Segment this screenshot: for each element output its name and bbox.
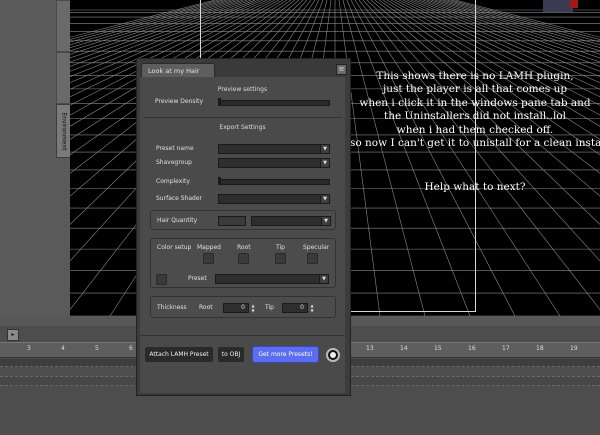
hair-quantity-dropdown[interactable]: ▼	[251, 216, 331, 226]
thickness-root-label: Root	[199, 304, 213, 311]
panel-body: Preview settings Preview Density Export …	[140, 77, 345, 393]
preview-density-label: Preview Density	[155, 98, 204, 105]
tick-label: 14	[400, 345, 408, 352]
preset-name-dropdown[interactable]: ▼	[218, 144, 330, 154]
hair-quantity-input[interactable]	[218, 216, 246, 226]
specular-label: Specular	[303, 244, 330, 251]
root-spin-arrows-icon[interactable]: ▲ ▼	[250, 303, 256, 313]
thickness-tip-label: Tip	[265, 304, 274, 311]
overlay-line: the Uninstallers did not install..lol	[383, 110, 566, 123]
tip-spin-arrows-icon[interactable]: ▲ ▼	[309, 303, 315, 313]
panel-tab[interactable]: Look at my Hair	[141, 63, 215, 77]
overlay-help-text: Help what to next?	[424, 181, 526, 193]
chevron-down-icon[interactable]: ▼	[320, 145, 329, 153]
preset-name-label: Preset name	[156, 145, 194, 152]
color-setup-label: Color setup	[157, 244, 192, 251]
tick-label: 6	[129, 345, 133, 352]
divider	[143, 117, 342, 118]
mapped-swatch[interactable]	[203, 253, 214, 264]
overlay-line: when i had them checked off.	[396, 123, 554, 136]
panel-menu-icon[interactable]: ≡	[336, 64, 347, 75]
preview-settings-title: Preview settings	[217, 86, 268, 93]
root-color-label: Root	[237, 244, 251, 251]
chevron-down-icon[interactable]: ▼	[320, 159, 329, 167]
specular-swatch[interactable]	[307, 253, 318, 264]
tick-label: 3	[27, 345, 31, 352]
thickness-root-input[interactable]: 0	[223, 303, 249, 313]
overlay-line: just the player is all that comes up	[382, 83, 568, 96]
help-icon[interactable]	[326, 348, 340, 362]
surface-shader-dropdown[interactable]: ▼	[218, 194, 330, 204]
hair-quantity-label: Hair Quantity	[157, 217, 198, 224]
divider	[140, 335, 345, 336]
overlay-line: when i click it in the windows pane tab …	[359, 96, 591, 109]
tick-label: 17	[502, 345, 510, 352]
shavegroup-label: Shavegroup	[156, 159, 192, 166]
tick-label: 13	[366, 345, 374, 352]
chevron-down-icon[interactable]: ▼	[320, 195, 329, 203]
export-settings-title: Export Settings	[219, 124, 266, 131]
thickness-label: Thickness	[157, 304, 187, 311]
overlay-line: so now I can't get it to unistall for a …	[350, 137, 600, 150]
complexity-label: Complexity	[156, 178, 190, 185]
shavegroup-dropdown[interactable]: ▼	[218, 158, 330, 168]
timeline-play-icon[interactable]: ▸	[7, 329, 19, 341]
color-preset-label-text: Preset	[188, 275, 207, 282]
complexity-knob[interactable]	[218, 177, 221, 184]
thickness-tip-input[interactable]: 0	[282, 303, 308, 313]
mapped-label: Mapped	[197, 244, 221, 251]
color-preview-swatch[interactable]	[156, 274, 167, 285]
tick-label: 15	[434, 345, 442, 352]
get-more-presets-button[interactable]: Get more Presets!	[252, 346, 319, 363]
chevron-down-icon[interactable]: ▼	[319, 275, 328, 283]
thickness-group: Thickness Root 0 ▲ ▼ Tip 0 ▲ ▼	[150, 296, 336, 318]
tick-label: 4	[61, 345, 65, 352]
surface-shader-label: Surface Shader	[156, 195, 203, 202]
overlay-line: This shows there is no LAMH plugin,	[376, 70, 574, 82]
preview-density-knob[interactable]	[218, 98, 221, 105]
hair-panel: Look at my Hair ≡ Preview settings Previ…	[136, 58, 351, 396]
root-color-swatch[interactable]	[238, 253, 249, 264]
color-setup-group: Color setup Mapped Root Tip Specular Pre…	[150, 238, 336, 288]
tip-color-label: Tip	[276, 244, 285, 251]
overlay-annotation: This shows there is no LAMH plugin, just…	[350, 70, 600, 150]
scene-object[interactable]	[543, 0, 573, 12]
hair-quantity-group: Hair Quantity ▼	[150, 210, 336, 230]
to-obj-button[interactable]: to OBJ	[217, 346, 245, 363]
tick-label: 5	[95, 345, 99, 352]
tip-color-swatch[interactable]	[275, 253, 286, 264]
environment-tab[interactable]: Environment	[56, 104, 71, 158]
environment-tab-label: Environment	[60, 111, 68, 151]
tick-label: 19	[570, 345, 578, 352]
tick-label: 18	[536, 345, 544, 352]
tick-label: 16	[468, 345, 476, 352]
preview-density-slider[interactable]	[218, 100, 330, 106]
complexity-slider[interactable]	[218, 179, 330, 185]
color-preset-dropdown[interactable]: ▼	[215, 274, 329, 284]
chevron-down-icon[interactable]: ▼	[321, 217, 330, 225]
attach-preset-button[interactable]: Attach LAMH Preset	[144, 346, 214, 363]
scene-object-marker	[570, 0, 578, 8]
